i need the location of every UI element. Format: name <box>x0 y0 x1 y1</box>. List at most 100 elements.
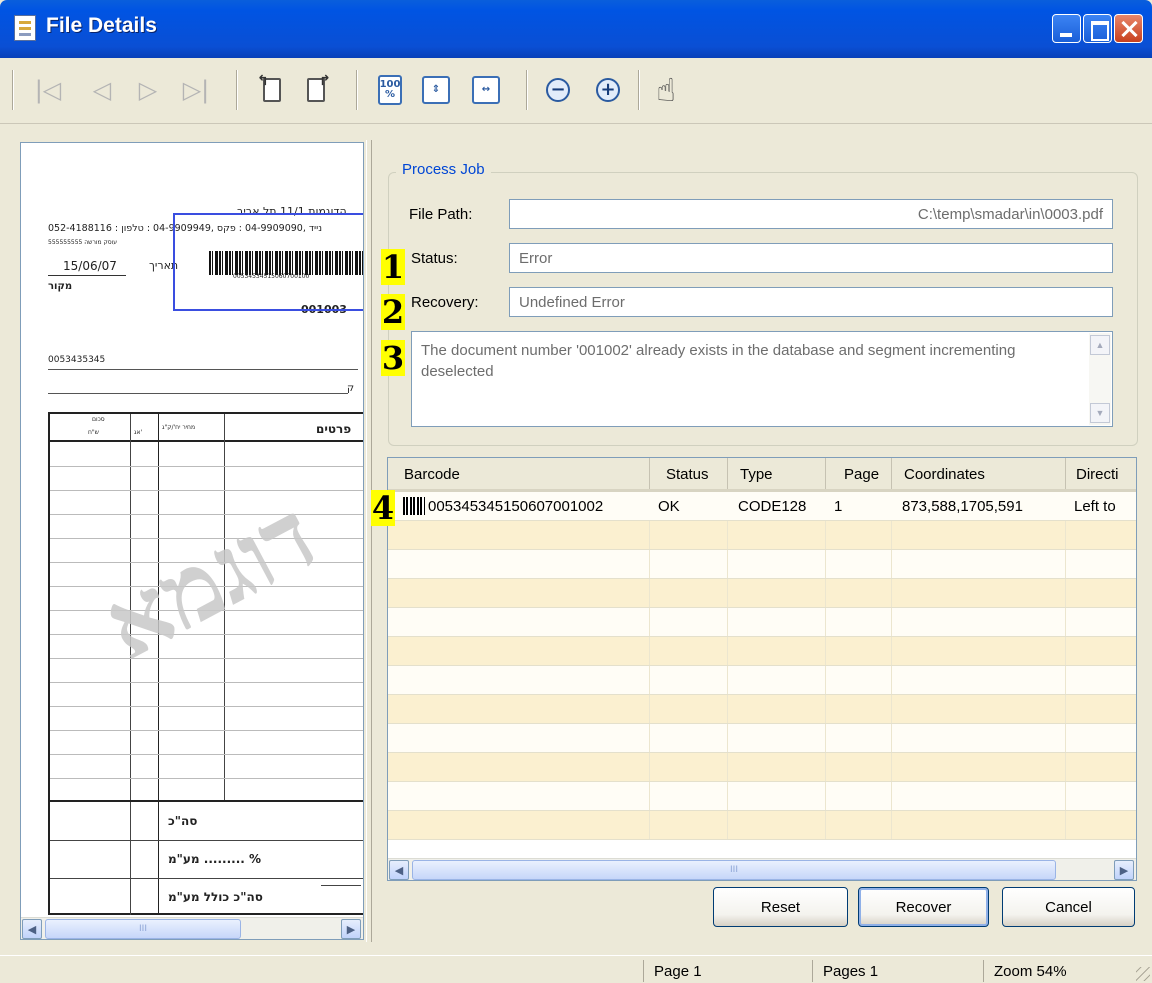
window-title: File Details <box>46 14 157 37</box>
message-textarea[interactable]: The document number '001002' already exi… <box>411 331 1113 427</box>
zoom-100-icon: 100 % <box>378 75 402 105</box>
doc-col-items: פרטים <box>316 422 352 436</box>
rotate-left-button[interactable]: ↰ <box>252 72 288 108</box>
fit-width-button[interactable]: ↔ <box>468 72 504 108</box>
document-preview[interactable]: הדוגמות 11/1 תל אביב 052-4188116 : נייד … <box>21 143 363 915</box>
scroll-thumb[interactable]: III <box>45 919 241 939</box>
previous-page-button[interactable]: ◁ <box>84 72 120 108</box>
zoom-out-button[interactable]: − <box>540 72 576 108</box>
doc-ruled-line <box>50 514 363 515</box>
rotate-right-icon: ↱ <box>305 73 331 105</box>
cell-direction: Left to <box>1074 498 1116 515</box>
resize-grip-icon[interactable] <box>1136 967 1150 981</box>
annotation-marker-4: 4 <box>371 489 395 527</box>
table-row[interactable]: 005345345150607001002 OK CODE128 1 873,5… <box>388 492 1136 521</box>
doc-ruled-line <box>50 466 363 467</box>
rotate-left-icon: ↰ <box>257 73 283 105</box>
next-page-icon: ▷ <box>138 76 158 104</box>
file-path-field[interactable]: C:\temp\smadar\in\0003.pdf <box>509 199 1113 229</box>
pan-button[interactable]: ☝ <box>648 71 684 109</box>
table-row[interactable] <box>388 753 1136 782</box>
scroll-thumb[interactable]: III <box>412 860 1056 880</box>
table-row[interactable] <box>388 782 1136 811</box>
doc-ruled-line <box>50 706 363 707</box>
fit-page-button[interactable]: ⇕ <box>418 72 454 108</box>
chevron-right-icon: ▶ <box>346 922 356 936</box>
column-header-direction[interactable]: Directi <box>1066 458 1136 489</box>
doc-items-table: פרטים מחיר יח'/ק"ג סכום אג' ש"ח סה"כ מע"… <box>48 412 363 915</box>
rotate-right-button[interactable]: ↱ <box>300 72 336 108</box>
last-page-icon: ▷| <box>182 76 210 104</box>
fit-width-icon: ↔ <box>472 76 500 104</box>
table-row[interactable] <box>388 637 1136 666</box>
zoom-in-button[interactable]: + <box>590 72 626 108</box>
toolbar-separator <box>526 70 528 110</box>
column-header-type[interactable]: Type <box>728 458 826 489</box>
pane-splitter[interactable] <box>366 140 372 942</box>
chevron-left-icon: ◀ <box>394 863 404 877</box>
doc-ruled-line <box>50 730 363 731</box>
recovery-field[interactable]: Undefined Error <box>509 287 1113 317</box>
next-page-button[interactable]: ▷ <box>130 72 166 108</box>
grip-icon: III <box>139 924 147 934</box>
cell-coordinates: 873,588,1705,591 <box>902 498 1023 515</box>
doc-ruled-line <box>50 682 363 683</box>
table-row[interactable] <box>388 811 1136 840</box>
recover-button[interactable]: Recover <box>858 887 989 927</box>
preview-horizontal-scrollbar[interactable]: ◀ III ▶ <box>21 917 363 939</box>
scroll-left-button[interactable]: ◀ <box>389 860 409 880</box>
chevron-up-icon: ▲ <box>1095 339 1105 350</box>
annotation-marker-1: 1 <box>381 248 405 286</box>
barcode-selection-box <box>173 213 363 311</box>
column-header-barcode[interactable]: Barcode <box>388 458 650 489</box>
last-page-button[interactable]: ▷| <box>178 72 214 108</box>
file-path-label: File Path: <box>409 206 473 223</box>
status-page: Page 1 <box>643 960 809 982</box>
scroll-left-button[interactable]: ◀ <box>22 919 42 939</box>
table-row[interactable] <box>388 521 1136 550</box>
status-field[interactable]: Error <box>509 243 1113 273</box>
first-page-button[interactable]: |◁ <box>30 72 66 108</box>
status-pages: Pages 1 <box>812 960 980 982</box>
toolbar-grip <box>12 70 14 110</box>
doc-ruled-line <box>50 754 363 755</box>
reset-button[interactable]: Reset <box>713 887 848 927</box>
cell-status: OK <box>658 498 680 515</box>
title-bar[interactable]: File Details <box>0 0 1152 58</box>
table-row[interactable] <box>388 666 1136 695</box>
scroll-up-button[interactable]: ▲ <box>1090 335 1110 355</box>
doc-customer-code: 0053435345 <box>48 355 106 365</box>
table-row[interactable] <box>388 550 1136 579</box>
actual-size-button[interactable]: 100 % <box>372 72 408 108</box>
table-horizontal-scrollbar[interactable]: ◀ III ▶ <box>388 858 1136 880</box>
first-page-icon: |◁ <box>34 76 62 104</box>
column-header-status[interactable]: Status <box>650 458 728 489</box>
doc-ruled-line <box>50 658 363 659</box>
table-row[interactable] <box>388 579 1136 608</box>
message-vertical-scrollbar[interactable]: ▲ ▼ <box>1089 333 1111 425</box>
cell-barcode: 005345345150607001002 <box>428 498 604 515</box>
cancel-button[interactable]: Cancel <box>1002 887 1135 927</box>
cell-type: CODE128 <box>738 498 807 515</box>
column-header-coordinates[interactable]: Coordinates <box>892 458 1066 489</box>
minimize-button[interactable] <box>1052 14 1081 43</box>
scroll-right-button[interactable]: ▶ <box>341 919 361 939</box>
table-row[interactable] <box>388 724 1136 753</box>
scroll-right-button[interactable]: ▶ <box>1114 860 1134 880</box>
table-row[interactable] <box>388 608 1136 637</box>
barcode-icon <box>403 497 425 515</box>
zoom-out-icon: − <box>546 78 570 102</box>
maximize-button[interactable] <box>1083 14 1112 43</box>
toolbar-separator <box>638 70 640 110</box>
column-header-page[interactable]: Page <box>826 458 892 489</box>
doc-source-label: מקור <box>48 281 73 292</box>
close-button[interactable] <box>1114 14 1143 43</box>
previous-page-icon: ◁ <box>92 76 112 104</box>
barcode-table[interactable]: Barcode Status Type Page Coordinates Dir… <box>387 457 1137 881</box>
status-zoom: Zoom 54% <box>983 960 1123 982</box>
file-details-window: File Details |◁ ◁ ▷ ▷| ↰ ↱ 100 % ⇕ ↔ − +… <box>0 0 1152 983</box>
scroll-down-button[interactable]: ▼ <box>1090 403 1110 423</box>
doc-total: סה"כ <box>168 814 198 828</box>
document-preview-pane[interactable]: הדוגמות 11/1 תל אביב 052-4188116 : נייד … <box>20 142 364 940</box>
table-row[interactable] <box>388 695 1136 724</box>
